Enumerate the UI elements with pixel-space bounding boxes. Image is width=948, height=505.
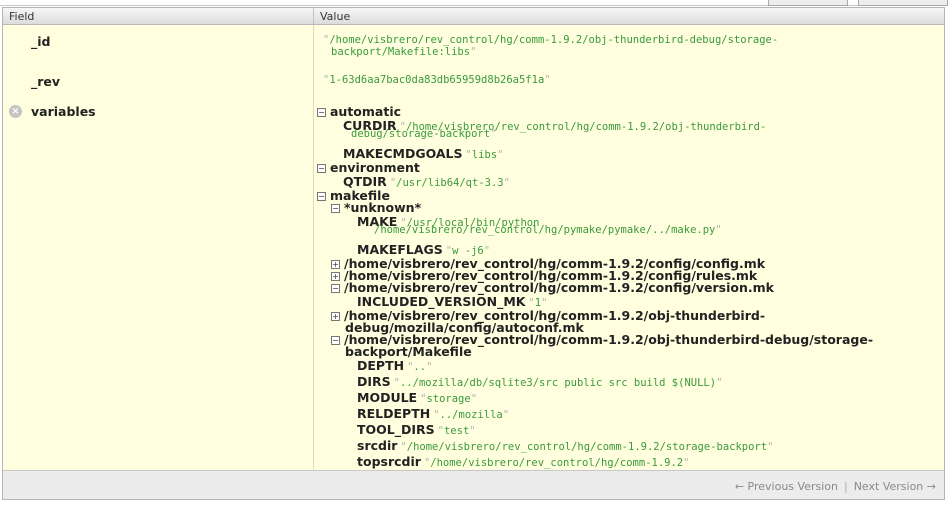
make-value-wrap: /home/visbrero/rev_control/hg/pymake/pym… (374, 224, 722, 236)
value-column-header[interactable]: Value (314, 8, 944, 24)
tab-left[interactable] (768, 0, 848, 6)
remove-field-icon[interactable]: × (9, 105, 22, 118)
id-value-line2: backport/Makefile:libs (331, 46, 471, 58)
make-value-line2: /home/visbrero/rev_control/hg/pymake/pym… (374, 224, 716, 236)
curdir-value-line2: debug/storage-backport (351, 128, 491, 140)
collapse-toggle-icon[interactable]: − (317, 164, 326, 173)
field-name-variables[interactable]: variables (31, 104, 96, 119)
top-tab-strip (0, 0, 948, 7)
collapse-toggle-icon[interactable]: − (331, 204, 340, 213)
field-name-rev[interactable]: _rev (31, 74, 60, 89)
table-header: Field Value (3, 8, 944, 25)
expand-toggle-icon[interactable]: + (331, 312, 340, 321)
id-value-line1: /home/visbrero/rev_control/hg/comm-1.9.2… (329, 34, 779, 46)
var-topsrcdir[interactable]: topsrcdir "/home/visbrero/rev_control/hg/… (357, 451, 689, 470)
collapse-toggle-icon[interactable]: − (317, 108, 326, 117)
column-divider (313, 25, 314, 470)
field-name-id[interactable]: _id (31, 34, 50, 49)
collapse-toggle-icon[interactable]: − (331, 336, 340, 345)
version-navigation-bar: ← Previous Version | Next Version → (3, 470, 944, 499)
collapse-toggle-icon[interactable]: − (331, 284, 340, 293)
var-value: libs (471, 149, 498, 161)
document-field-table: Field Value _id "/home/visbrero/rev_cont… (2, 7, 945, 500)
version-nav: ← Previous Version | Next Version → (735, 480, 936, 493)
next-version-link[interactable]: Next Version → (854, 480, 936, 493)
previous-version-link[interactable]: ← Previous Version (735, 480, 838, 493)
collapse-toggle-icon[interactable]: − (317, 192, 326, 201)
rev-value: 1-63d6aa7bac0da83db65959d8b26a5f1a (329, 74, 545, 86)
var-value: /home/visbrero/rev_control/hg/comm-1.9.2 (430, 457, 684, 469)
var-key: topsrcdir (357, 454, 421, 469)
field-column-header[interactable]: Field (3, 8, 314, 24)
tab-right[interactable] (858, 0, 948, 6)
curdir-value-wrap: debug/storage-backport" (351, 128, 497, 140)
nav-separator: | (843, 480, 848, 493)
field-value-rev[interactable]: "1-63d6aa7bac0da83db65959d8b26a5f1a" (323, 74, 843, 86)
field-value-id[interactable]: "/home/visbrero/rev_control/hg/comm-1.9.… (323, 34, 843, 58)
var-value: /usr/lib64/qt-3.3 (396, 177, 504, 189)
